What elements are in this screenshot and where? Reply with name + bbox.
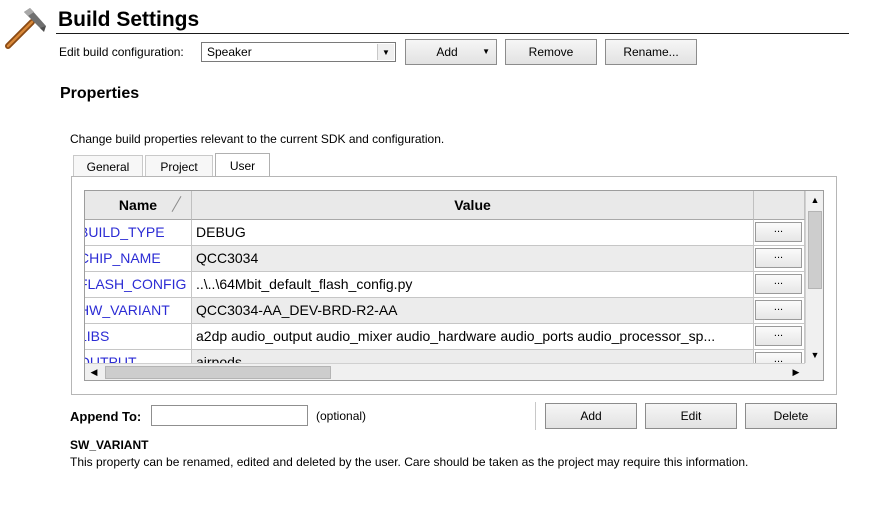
append-to-input[interactable] — [151, 405, 308, 426]
horizontal-scrollbar[interactable]: ◀ ▶ — [85, 363, 805, 380]
properties-heading: Properties — [60, 85, 140, 102]
property-name[interactable]: FLASH_CONFIG — [85, 272, 192, 298]
build-config-select[interactable]: Speaker ▼ — [201, 42, 396, 62]
properties-description: Change build properties relevant to the … — [70, 132, 445, 146]
column-header-value[interactable]: Value — [192, 191, 754, 220]
ellipsis-button[interactable]: ... — [755, 300, 802, 320]
ellipsis-button[interactable]: ... — [755, 222, 802, 242]
build-config-value: Speaker — [207, 45, 252, 59]
hammer-icon — [2, 6, 48, 52]
edit-cell: ... — [754, 246, 805, 272]
edit-cell: ... — [754, 324, 805, 350]
properties-grid: Name Value BUILD_TYPE DEBUG ... CHIP_NAM… — [84, 190, 824, 381]
sort-icon — [171, 195, 182, 213]
append-to-label: Append To: — [70, 409, 142, 424]
table-row[interactable]: OUTPUT airpods ... — [85, 350, 805, 363]
horizontal-scroll-thumb[interactable] — [105, 366, 331, 379]
selected-property-description: This property can be renamed, edited and… — [70, 455, 749, 469]
edit-cell: ... — [754, 350, 805, 363]
ellipsis-button[interactable]: ... — [755, 274, 802, 294]
edit-cell: ... — [754, 220, 805, 246]
table-row[interactable]: LIBS a2dp audio_output audio_mixer audio… — [85, 324, 805, 350]
tab-user[interactable]: User — [215, 153, 270, 177]
tab-general[interactable]: General — [73, 155, 143, 177]
page-title: Build Settings — [58, 8, 200, 31]
add-config-label: Add — [436, 45, 458, 59]
edit-property-button[interactable]: Edit — [645, 403, 737, 429]
ellipsis-button[interactable]: ... — [755, 248, 802, 268]
add-config-button[interactable]: Add ▼ — [405, 39, 497, 65]
scroll-down-arrow-icon[interactable]: ▼ — [806, 346, 823, 363]
add-property-button[interactable]: Add — [545, 403, 637, 429]
tab-project[interactable]: Project — [145, 155, 213, 177]
build-config-label: Edit build configuration: — [59, 45, 184, 59]
rename-config-button[interactable]: Rename... — [605, 39, 697, 65]
property-name[interactable]: HW_VARIANT — [85, 298, 192, 324]
table-row[interactable]: FLASH_CONFIG ..\..\64Mbit_default_flash_… — [85, 272, 805, 298]
chevron-down-icon[interactable]: ▼ — [377, 44, 394, 60]
scrollbar-corner — [805, 363, 823, 380]
property-value[interactable]: QCC3034-AA_DEV-BRD-R2-AA — [192, 298, 754, 324]
selected-property-name: SW_VARIANT — [70, 438, 149, 452]
column-header-name-label: Name — [118, 197, 158, 213]
edit-cell: ... — [754, 298, 805, 324]
property-value[interactable]: ..\..\64Mbit_default_flash_config.py — [192, 272, 754, 298]
vertical-scroll-thumb[interactable] — [808, 211, 822, 289]
property-name[interactable]: CHIP_NAME — [85, 246, 192, 272]
vertical-scrollbar[interactable]: ▲ ▼ — [805, 191, 823, 363]
property-name[interactable]: OUTPUT — [85, 350, 192, 363]
column-header-name[interactable]: Name — [85, 191, 192, 220]
scroll-right-arrow-icon[interactable]: ▶ — [787, 364, 805, 380]
remove-config-button[interactable]: Remove — [505, 39, 597, 65]
column-header-edit — [754, 191, 805, 220]
title-divider — [56, 33, 849, 34]
scroll-up-arrow-icon[interactable]: ▲ — [806, 191, 823, 208]
dropdown-arrow-icon: ▼ — [482, 47, 490, 56]
ellipsis-button[interactable]: ... — [755, 326, 802, 346]
edit-cell: ... — [754, 272, 805, 298]
table-row[interactable]: HW_VARIANT QCC3034-AA_DEV-BRD-R2-AA ... — [85, 298, 805, 324]
property-value[interactable]: airpods — [192, 350, 754, 363]
delete-property-button[interactable]: Delete — [745, 403, 837, 429]
scroll-left-arrow-icon[interactable]: ◀ — [85, 364, 103, 380]
property-value[interactable]: DEBUG — [192, 220, 754, 246]
button-separator — [535, 402, 536, 430]
property-value[interactable]: QCC3034 — [192, 246, 754, 272]
ellipsis-button[interactable]: ... — [755, 352, 802, 363]
property-name[interactable]: BUILD_TYPE — [85, 220, 192, 246]
property-name[interactable]: LIBS — [85, 324, 192, 350]
table-row[interactable]: CHIP_NAME QCC3034 ... — [85, 246, 805, 272]
optional-hint: (optional) — [316, 409, 367, 423]
table-row[interactable]: BUILD_TYPE DEBUG ... — [85, 220, 805, 246]
property-value[interactable]: a2dp audio_output audio_mixer audio_hard… — [192, 324, 754, 350]
